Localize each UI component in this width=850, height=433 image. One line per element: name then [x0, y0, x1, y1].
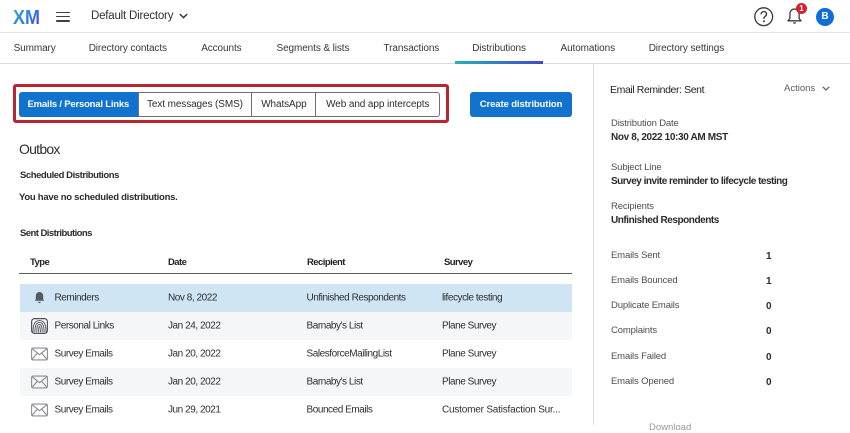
svg-text:XM: XM	[13, 8, 40, 26]
